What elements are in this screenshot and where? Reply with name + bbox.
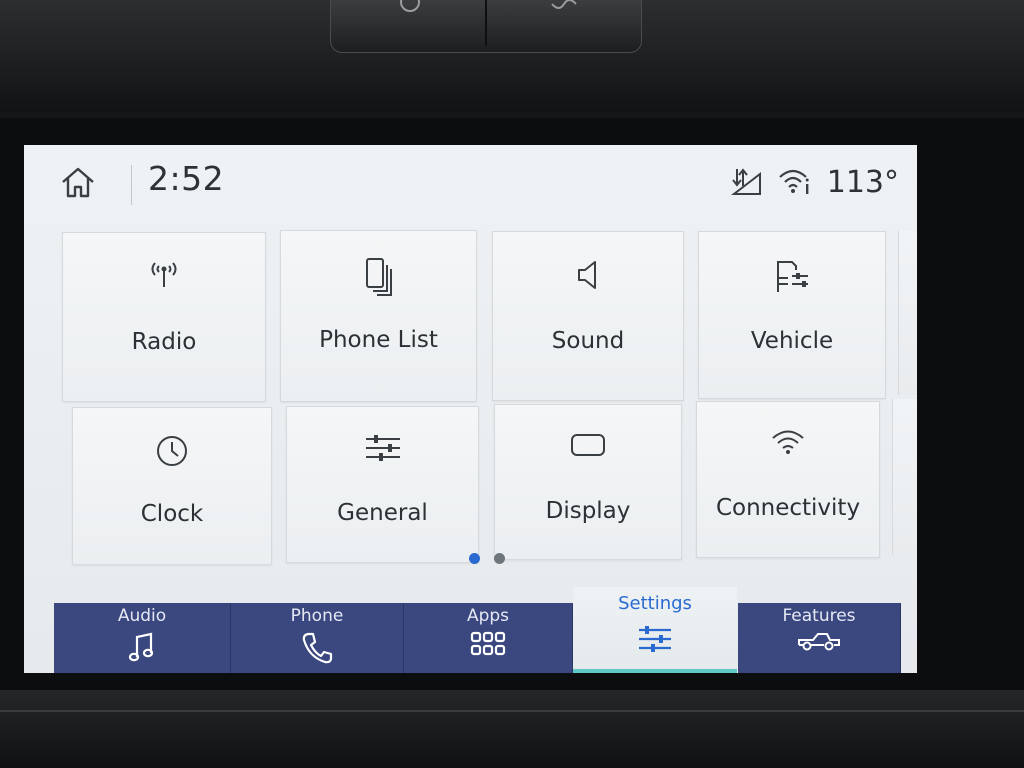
tile-vehicle[interactable]: Vehicle: [698, 231, 886, 399]
status-divider: [131, 165, 132, 205]
tile-partial-next: [892, 399, 917, 555]
vehicle-settings-icon: [777, 261, 808, 292]
tile-connectivity[interactable]: Connectivity: [696, 401, 880, 558]
dashboard-bottom: [0, 690, 1024, 768]
tile-label: Vehicle: [750, 328, 834, 354]
status-icons: 113°: [729, 162, 899, 202]
outside-temperature: 113°: [826, 164, 899, 200]
home-button[interactable]: [58, 163, 98, 201]
nav-label: Audio: [117, 606, 167, 626]
tile-clock[interactable]: Clock: [72, 407, 272, 565]
clock-time[interactable]: 2:52: [148, 159, 224, 198]
nav-label: Phone: [290, 606, 344, 626]
settings-sliders-icon: [639, 626, 671, 652]
radio-antenna-icon: [151, 262, 177, 287]
display-icon: [571, 434, 605, 456]
clock-icon: [157, 436, 187, 466]
nav-apps[interactable]: Apps: [404, 603, 573, 673]
tile-label: Phone List: [319, 327, 438, 353]
nav-label: Features: [782, 606, 856, 626]
tile-label: Sound: [551, 328, 625, 354]
data-transfer-icon: [730, 168, 761, 195]
speaker-icon: [578, 261, 596, 289]
hardware-button-right[interactable]: [489, 0, 639, 46]
nav-settings[interactable]: Settings: [573, 587, 737, 673]
tile-label: Clock: [140, 501, 204, 527]
tile-display[interactable]: Display: [494, 404, 682, 560]
music-note-icon: [128, 632, 154, 662]
wifi-icon: [772, 430, 804, 454]
status-bar: 2:52 113°: [24, 145, 917, 220]
phone-handset-icon: [302, 632, 333, 664]
active-tab-underline: [573, 669, 737, 673]
nav-label: Settings: [618, 593, 692, 614]
nav-phone[interactable]: Phone: [231, 603, 404, 673]
tile-label: Connectivity: [715, 495, 861, 521]
nav-audio[interactable]: Audio: [54, 603, 231, 673]
page-dot-active[interactable]: [469, 553, 480, 564]
nav-features[interactable]: Features: [738, 603, 901, 673]
phone-list-icon: [365, 258, 392, 296]
sliders-icon: [365, 435, 400, 461]
hardware-buttons: [330, 0, 642, 53]
apps-grid-icon: [470, 631, 506, 656]
nav-label: Apps: [466, 606, 510, 626]
tile-radio[interactable]: Radio: [62, 232, 266, 402]
tile-label: Display: [545, 498, 631, 524]
bottom-nav: Audio Phone Apps Settings Features: [24, 583, 917, 673]
hazard-button[interactable]: [335, 0, 487, 46]
page-indicator: [469, 553, 505, 564]
tile-label: Radio: [131, 329, 197, 355]
infotainment-screen: 2:52 113° Radio Phone List Sound Vehicle…: [24, 145, 917, 673]
tile-partial-next: [898, 231, 917, 395]
tile-general[interactable]: General: [286, 406, 479, 563]
truck-icon: [798, 633, 840, 651]
tile-sound[interactable]: Sound: [492, 231, 684, 401]
home-icon: [62, 167, 94, 198]
tile-label: General: [337, 500, 428, 526]
page-dot-inactive[interactable]: [494, 553, 505, 564]
wifi-hotspot-icon: [778, 169, 809, 194]
tile-phone-list[interactable]: Phone List: [280, 230, 477, 402]
